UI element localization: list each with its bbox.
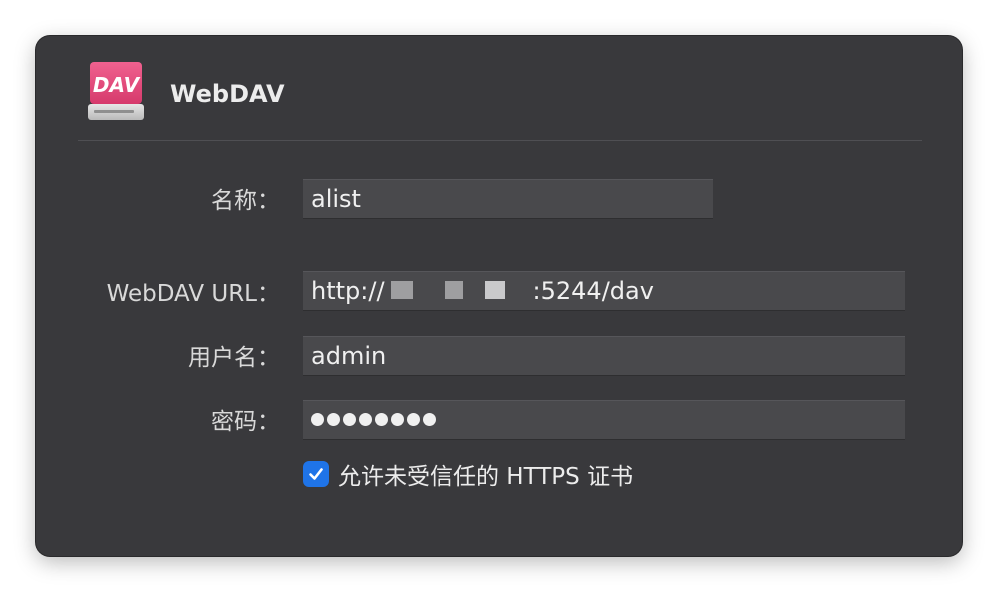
app-title: WebDAV: [170, 80, 285, 108]
username-value: admin: [311, 342, 387, 370]
url-label: WebDAV URL：: [106, 281, 280, 307]
header-divider: [78, 140, 922, 141]
username-input[interactable]: admin: [303, 336, 905, 376]
name-input[interactable]: alist: [303, 179, 713, 219]
name-value: alist: [311, 185, 361, 213]
password-mask-dot: [343, 412, 356, 426]
password-mask-dot: [311, 412, 324, 426]
url-suffix: :5244/dav: [532, 277, 654, 305]
password-input[interactable]: [303, 400, 905, 440]
url-redacted-segment: [390, 281, 413, 299]
trust-https-checkbox[interactable]: [303, 461, 329, 487]
password-mask-dot: [375, 412, 388, 426]
webdav-settings-panel: DAV WebDAV 名称： alist WebDAV URL： http://…: [36, 36, 962, 556]
password-label: 密码：: [211, 409, 280, 435]
password-mask-dot: [391, 412, 404, 426]
trust-https-row[interactable]: 允许未受信任的 HTTPS 证书: [303, 458, 633, 490]
url-input[interactable]: http:// :5244/dav: [303, 271, 905, 311]
password-mask-dot: [327, 412, 340, 426]
password-mask-dot: [359, 412, 372, 426]
dav-icon-text: DAV: [93, 73, 141, 97]
url-redacted-segment: [484, 281, 505, 299]
url-prefix: http://: [311, 277, 385, 305]
password-mask-dot: [423, 412, 436, 426]
trust-https-label: 允许未受信任的 HTTPS 证书: [338, 464, 634, 490]
checkmark-icon: [309, 468, 323, 480]
url-redacted-segment: [444, 281, 463, 299]
username-label: 用户名：: [188, 345, 280, 371]
password-mask-dot: [407, 412, 420, 426]
webdav-drive-icon: DAV: [86, 60, 146, 124]
name-label: 名称：: [211, 188, 280, 214]
